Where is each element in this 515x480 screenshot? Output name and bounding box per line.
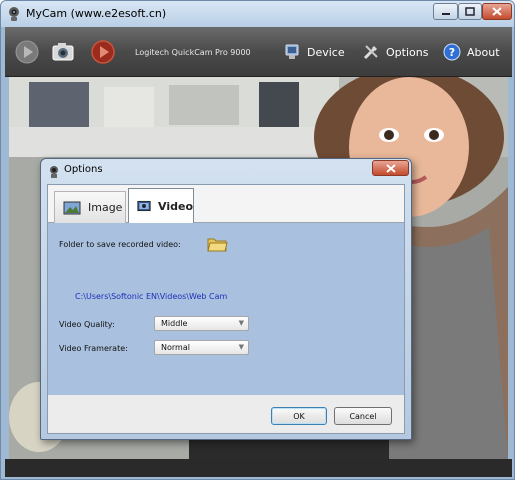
cancel-button[interactable]: Cancel xyxy=(334,407,392,425)
help-icon: ? xyxy=(443,43,461,61)
quality-label: Video Quality: xyxy=(59,320,115,329)
video-icon xyxy=(137,200,151,212)
webcam-app-icon xyxy=(9,7,19,21)
options-dialog: Options Image Video Folder to save recor… xyxy=(40,158,412,440)
device-button[interactable]: Device xyxy=(283,40,345,64)
video-options-panel: Folder to save recorded video: C:\Users\… xyxy=(48,223,404,395)
framerate-select[interactable]: Normal ▼ xyxy=(154,340,249,355)
window-title: MyCam (www.e2esoft.cn) xyxy=(26,7,167,20)
status-bar xyxy=(5,459,512,477)
toolbar: Logitech QuickCam Pro 9000 Device Option… xyxy=(5,27,512,77)
maximize-icon xyxy=(465,7,475,16)
tab-image[interactable]: Image xyxy=(54,191,126,223)
play-button[interactable] xyxy=(13,38,41,66)
close-button[interactable] xyxy=(482,3,512,20)
device-label: Device xyxy=(307,45,345,59)
quality-select[interactable]: Middle ▼ xyxy=(154,316,249,331)
close-icon xyxy=(385,163,396,173)
ok-button[interactable]: OK xyxy=(271,407,327,425)
chevron-down-icon: ▼ xyxy=(238,319,244,327)
ok-label: OK xyxy=(293,411,305,421)
cancel-label: Cancel xyxy=(349,411,377,421)
framerate-label: Video Framerate: xyxy=(59,344,128,353)
maximize-button[interactable] xyxy=(458,3,482,20)
about-label: About xyxy=(467,45,500,59)
options-button[interactable]: Options xyxy=(362,40,428,64)
folder-path: C:\Users\Softonic EN\Videos\Web Cam xyxy=(75,292,228,301)
device-icon xyxy=(285,44,299,59)
options-dialog-icon xyxy=(50,166,58,178)
minimize-button[interactable] xyxy=(433,3,458,20)
tab-image-label: Image xyxy=(88,201,123,214)
browse-folder-button[interactable] xyxy=(206,235,228,253)
snapshot-button[interactable] xyxy=(49,38,77,66)
dialog-footer: OK Cancel xyxy=(48,395,404,433)
record-button[interactable] xyxy=(89,38,117,66)
dialog-title: Options xyxy=(64,164,103,175)
title-bar[interactable]: MyCam (www.e2esoft.cn) xyxy=(1,1,514,27)
quality-value: Middle xyxy=(161,319,188,328)
image-icon xyxy=(63,201,81,214)
dialog-body: Image Video Folder to save recorded vide… xyxy=(47,184,405,434)
dialog-close-button[interactable] xyxy=(372,160,409,176)
camera-name: Logitech QuickCam Pro 9000 xyxy=(135,48,251,57)
tools-icon xyxy=(363,45,378,60)
tab-video[interactable]: Video xyxy=(128,188,194,224)
minimize-icon xyxy=(441,12,450,15)
about-button[interactable]: ? About xyxy=(443,40,500,64)
svg-text:?: ? xyxy=(449,46,455,59)
close-icon xyxy=(492,7,502,16)
tab-strip: Image Video xyxy=(48,185,404,224)
tab-video-label: Video xyxy=(158,199,193,213)
folder-label: Folder to save recorded video: xyxy=(59,240,181,249)
chevron-down-icon: ▼ xyxy=(238,343,244,351)
options-label: Options xyxy=(386,45,429,59)
framerate-value: Normal xyxy=(161,343,190,352)
